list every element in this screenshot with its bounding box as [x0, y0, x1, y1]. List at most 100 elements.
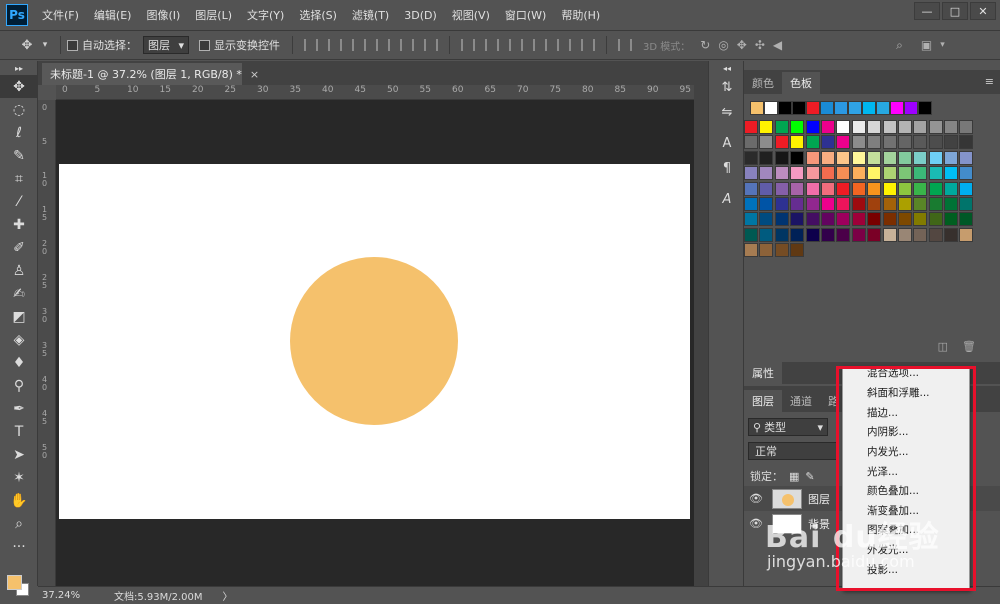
tab-channels[interactable]: 通道	[782, 390, 820, 412]
swatch[interactable]	[897, 212, 912, 227]
swatch[interactable]	[744, 150, 758, 165]
restore-button[interactable]: □	[942, 2, 968, 20]
swatch[interactable]	[774, 166, 789, 181]
swatch[interactable]	[959, 166, 974, 181]
recent-swatch[interactable]	[862, 101, 876, 115]
swatch[interactable]	[744, 212, 758, 227]
swatch[interactable]	[959, 196, 974, 211]
swatch[interactable]	[790, 135, 805, 150]
align-hcenter-icon[interactable]	[400, 39, 414, 51]
swatch[interactable]	[744, 120, 758, 134]
swatch[interactable]	[928, 135, 943, 150]
swatch[interactable]	[759, 196, 774, 211]
swatch[interactable]	[759, 166, 774, 181]
swatch[interactable]	[944, 120, 959, 134]
lock-transparency-icon[interactable]: ▦	[789, 470, 799, 483]
swatch[interactable]	[867, 181, 882, 196]
path-select-icon[interactable]: ➤	[0, 443, 38, 466]
slide-3d-icon[interactable]: ✣	[755, 38, 765, 52]
layer-filter-dropdown[interactable]: ⚲ 类型 ▾	[748, 418, 828, 436]
swatch[interactable]	[774, 227, 789, 242]
close-icon[interactable]: ×	[250, 68, 259, 81]
recent-swatch[interactable]	[890, 101, 904, 115]
auto-select-dropdown[interactable]: 图层 ▾	[143, 36, 189, 54]
distribute-top-icon[interactable]	[461, 39, 475, 51]
swatch[interactable]	[759, 150, 774, 165]
swatch[interactable]	[913, 150, 928, 165]
swatch[interactable]	[805, 227, 820, 242]
swatch[interactable]	[805, 212, 820, 227]
swatch[interactable]	[820, 135, 835, 150]
swatch[interactable]	[805, 196, 820, 211]
swatch[interactable]	[959, 150, 974, 165]
layer-name[interactable]: 背景	[808, 516, 830, 532]
swatch[interactable]	[928, 120, 943, 134]
orbit-3d-icon[interactable]: ↻	[700, 38, 710, 52]
menu-select[interactable]: 选择(S)	[299, 7, 337, 23]
history-brush-icon[interactable]: ✍	[0, 282, 38, 305]
panel-menu-icon[interactable]: ≡	[985, 75, 994, 88]
workspace-icon[interactable]: ▣	[921, 38, 932, 52]
swatch[interactable]	[913, 166, 928, 181]
align-top-icon[interactable]	[304, 39, 318, 51]
zoom-tool-icon[interactable]: ⌕	[0, 512, 38, 535]
swatch[interactable]	[913, 196, 928, 211]
swatch[interactable]	[790, 227, 805, 242]
swatch[interactable]	[882, 135, 897, 150]
glyphs-panel-icon[interactable]: A	[709, 187, 745, 212]
swatch[interactable]	[759, 135, 774, 150]
distribute-left-icon[interactable]	[533, 39, 547, 51]
swatch[interactable]	[944, 166, 959, 181]
recent-swatch[interactable]	[834, 101, 848, 115]
swatch[interactable]	[759, 181, 774, 196]
swatch[interactable]	[851, 166, 866, 181]
close-button[interactable]: ✕	[970, 2, 996, 20]
swatch[interactable]	[820, 227, 835, 242]
swatch[interactable]	[944, 181, 959, 196]
roll-3d-icon[interactable]: ◎	[718, 38, 728, 52]
recent-swatch[interactable]	[918, 101, 932, 115]
swatch[interactable]	[836, 181, 851, 196]
collapse-icon[interactable]: ◂◂	[709, 61, 745, 75]
menu-file[interactable]: 文件(F)	[42, 7, 79, 23]
swatch[interactable]	[928, 227, 943, 242]
swatch[interactable]	[882, 227, 897, 242]
align-right-icon[interactable]	[424, 39, 438, 51]
shape-tool-icon[interactable]: ✶	[0, 466, 38, 489]
swatch[interactable]	[774, 135, 789, 150]
swatch[interactable]	[836, 227, 851, 242]
menu-view[interactable]: 视图(V)	[452, 7, 490, 23]
swatch[interactable]	[759, 212, 774, 227]
orange-circle-shape[interactable]	[290, 257, 458, 425]
swatch[interactable]	[774, 120, 789, 134]
eraser-tool-icon[interactable]: ◩	[0, 305, 38, 328]
menu-window[interactable]: 窗口(W)	[505, 7, 546, 23]
hand-tool-icon[interactable]: ✋	[0, 489, 38, 512]
swatch[interactable]	[959, 120, 974, 134]
swatch[interactable]	[744, 181, 758, 196]
tab-color[interactable]: 颜色	[744, 72, 782, 94]
swatch[interactable]	[836, 150, 851, 165]
swatch[interactable]	[928, 196, 943, 211]
recent-swatch[interactable]	[820, 101, 834, 115]
swatch[interactable]	[759, 243, 774, 258]
swatch[interactable]	[867, 135, 882, 150]
history-panel-icon[interactable]: ⇅	[709, 75, 745, 100]
swatch[interactable]	[959, 212, 974, 227]
menu-3d[interactable]: 3D(D)	[404, 9, 437, 22]
swatch[interactable]	[928, 181, 943, 196]
auto-select-checkbox[interactable]	[67, 39, 78, 51]
swatch[interactable]	[913, 120, 928, 134]
recent-swatch[interactable]	[876, 101, 890, 115]
swatch[interactable]	[820, 212, 835, 227]
swatch[interactable]	[790, 150, 805, 165]
blur-tool-icon[interactable]: ♦	[0, 351, 38, 374]
swatch[interactable]	[882, 166, 897, 181]
layer-name[interactable]: 图层	[808, 491, 830, 507]
tool-preset-chevron-icon[interactable]: ▾	[36, 40, 54, 50]
swatch[interactable]	[759, 120, 774, 134]
distribute-bottom-icon[interactable]	[509, 39, 523, 51]
tab-properties[interactable]: 属性	[744, 362, 782, 384]
swatch[interactable]	[867, 150, 882, 165]
swatch[interactable]	[820, 196, 835, 211]
